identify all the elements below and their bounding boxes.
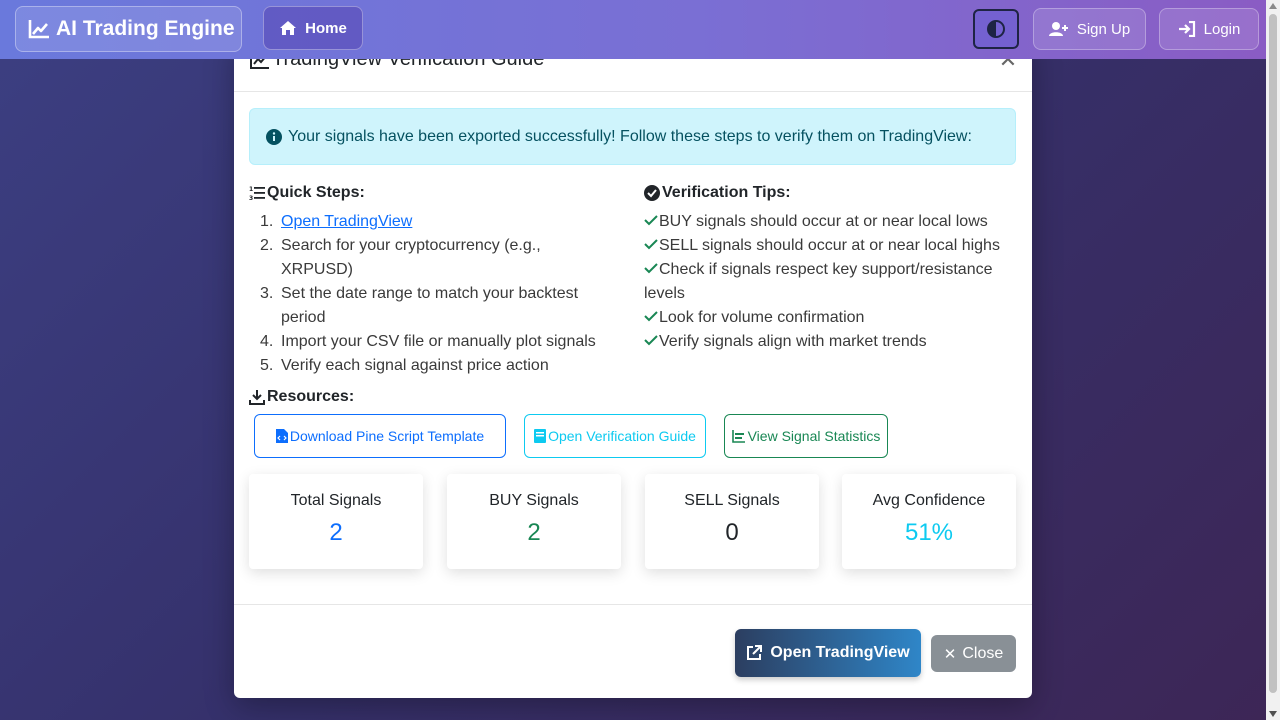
book-icon bbox=[534, 429, 547, 443]
avg-confidence-value: 51% bbox=[904, 519, 954, 546]
list-item: 2. Search for your cryptocurrency (e.g., … bbox=[260, 237, 541, 278]
list-item: Check if signals respect key support/res… bbox=[644, 258, 1014, 306]
list-item: SELL signals should occur at or near loc… bbox=[644, 234, 1014, 258]
page-scrollbar[interactable] bbox=[1266, 0, 1280, 720]
verification-tips-heading: Verification Tips: bbox=[644, 184, 791, 202]
info-circle-icon bbox=[266, 128, 282, 145]
list-item: 4. Import your CSV file or manually plot … bbox=[260, 333, 596, 350]
brand-logo[interactable]: AI Trading Engine bbox=[15, 6, 242, 52]
success-alert: Your signals have been exported successf… bbox=[249, 108, 1016, 165]
stat-label: SELL Signals bbox=[684, 492, 780, 509]
modal-footer: Open TradingView ✕ Close bbox=[234, 604, 1032, 698]
chart-line-icon bbox=[28, 20, 49, 39]
svg-text:3: 3 bbox=[249, 195, 253, 201]
verification-modal: TradingView Verification Guide ✕ Your si… bbox=[234, 38, 1032, 698]
external-link-icon bbox=[747, 645, 763, 660]
check-icon bbox=[644, 330, 659, 354]
list-item: 3. Set the date range to match your backt… bbox=[260, 285, 579, 326]
open-verification-guide-button[interactable]: Open Verification Guide bbox=[524, 414, 706, 458]
svg-text:1: 1 bbox=[249, 186, 253, 193]
list-item: Verify signals align with market trends bbox=[644, 330, 1014, 354]
home-icon bbox=[280, 21, 297, 35]
check-icon bbox=[644, 306, 659, 330]
list-item: BUY signals should occur at or near loca… bbox=[644, 210, 1014, 234]
open-tradingview-link[interactable]: Open TradingView bbox=[281, 213, 412, 230]
list-item: 1. Open TradingView bbox=[260, 213, 413, 230]
nav-home-label: Home bbox=[305, 19, 347, 37]
sell-signals-card: SELL Signals 0 bbox=[645, 474, 819, 569]
nav-home-button[interactable]: Home bbox=[263, 6, 363, 50]
verification-tips-list: BUY signals should occur at or near loca… bbox=[644, 210, 1014, 354]
check-icon bbox=[644, 258, 659, 282]
total-signals-value: 2 bbox=[329, 519, 343, 546]
view-signal-statistics-button[interactable]: View Signal Statistics bbox=[724, 414, 888, 458]
buy-signals-card: BUY Signals 2 bbox=[447, 474, 621, 569]
stat-label: BUY Signals bbox=[489, 492, 579, 509]
total-signals-card: Total Signals 2 bbox=[249, 474, 423, 569]
alert-text: Your signals have been exported successf… bbox=[288, 127, 972, 145]
list-item: Look for volume confirmation bbox=[644, 306, 1014, 330]
login-icon bbox=[1178, 21, 1195, 37]
scroll-thumb[interactable] bbox=[1269, 14, 1277, 693]
download-icon bbox=[249, 390, 265, 405]
contrast-icon bbox=[987, 20, 1005, 38]
scroll-down-arrow-icon[interactable] bbox=[1269, 711, 1277, 717]
stat-label: Total Signals bbox=[290, 492, 382, 509]
list-ol-icon: 1 3 bbox=[249, 186, 265, 201]
close-icon: ✕ bbox=[943, 645, 957, 663]
chart-bar-icon bbox=[731, 430, 745, 443]
check-circle-icon bbox=[644, 185, 660, 201]
theme-toggle-button[interactable] bbox=[973, 9, 1019, 49]
brand-name: AI Trading Engine bbox=[56, 17, 235, 40]
close-button[interactable]: ✕ Close bbox=[931, 635, 1016, 672]
resources-heading: Resources: bbox=[249, 388, 354, 406]
stat-label: Avg Confidence bbox=[872, 492, 986, 509]
open-tradingview-button[interactable]: Open TradingView bbox=[735, 629, 921, 677]
avg-confidence-card: Avg Confidence 51% bbox=[842, 474, 1016, 569]
sell-signals-value: 0 bbox=[725, 519, 739, 546]
download-pine-script-button[interactable]: Download Pine Script Template bbox=[254, 414, 506, 458]
signup-button[interactable]: Sign Up bbox=[1033, 8, 1146, 50]
login-button[interactable]: Login bbox=[1159, 8, 1259, 50]
list-item: 5. Verify each signal against price actio… bbox=[260, 357, 549, 374]
quick-steps-list: 1. Open TradingView 2. Search for your cry… bbox=[260, 210, 615, 378]
navbar: AI Trading Engine Home Sign Up Login bbox=[0, 0, 1266, 59]
check-icon bbox=[644, 210, 659, 234]
buy-signals-value: 2 bbox=[527, 519, 541, 546]
signup-label: Sign Up bbox=[1076, 20, 1131, 38]
quick-steps-heading: 1 3 Quick Steps: bbox=[249, 184, 365, 201]
login-label: Login bbox=[1203, 20, 1241, 38]
user-plus-icon bbox=[1048, 22, 1068, 36]
file-code-icon bbox=[275, 429, 288, 443]
check-icon bbox=[644, 234, 659, 258]
scroll-up-arrow-icon[interactable] bbox=[1269, 3, 1277, 9]
